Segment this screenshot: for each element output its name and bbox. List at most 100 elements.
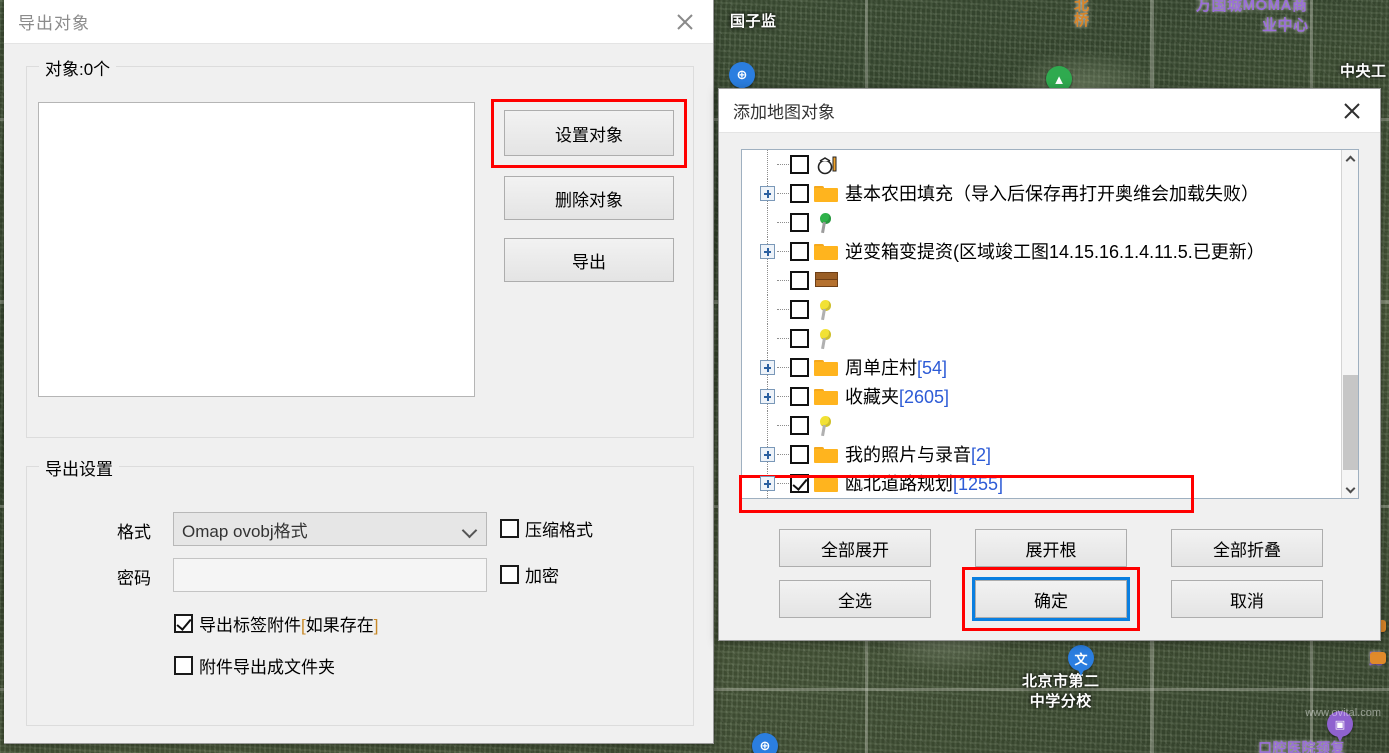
yellow-pin-icon xyxy=(813,298,839,322)
tree-row[interactable] xyxy=(742,208,1341,237)
collapse-all-button[interactable]: 全部折叠 xyxy=(1171,529,1323,567)
school-icon[interactable]: 文 xyxy=(1068,645,1094,677)
scrollbar-thumb[interactable] xyxy=(1343,375,1358,470)
tree-row-checkbox[interactable] xyxy=(790,155,809,174)
tree-row-checkbox[interactable] xyxy=(790,271,809,290)
export-settings-legend: 导出设置 xyxy=(39,455,119,480)
folder-icon xyxy=(813,472,839,496)
cancel-button[interactable]: 取消 xyxy=(1171,580,1323,618)
map-object-tree-rows: 基本农田填充（导入后保存再打开奥维会加载失败） xyxy=(742,150,1341,498)
folder-icon xyxy=(813,182,839,206)
tree-row-selected[interactable]: 瓯北道路规划[1255] xyxy=(742,469,1341,498)
encrypt-label: 加密 xyxy=(525,562,559,587)
tree-row-checkbox[interactable] xyxy=(790,213,809,232)
tree-row[interactable]: 基本农田填充（导入后保存再打开奥维会加载失败） xyxy=(742,179,1341,208)
expander-placeholder xyxy=(760,215,775,230)
poi-marker-glyph xyxy=(1370,652,1386,664)
object-list[interactable] xyxy=(38,102,475,397)
export-objects-dialog: 导出对象 对象:0个 设置对象 删除对象 导出 导出设置 格式 xyxy=(4,0,714,744)
tree-row-label: 周单庄村[54] xyxy=(845,359,947,377)
map-watermark: www.ovital.com xyxy=(1305,707,1381,719)
map-object-tree[interactable]: 基本农田填充（导入后保存再打开奥维会加载失败） xyxy=(741,149,1359,499)
collapse-all-label: 全部折叠 xyxy=(1213,536,1281,561)
tree-row[interactable] xyxy=(742,411,1341,440)
ok-button[interactable]: 确定 xyxy=(975,580,1127,618)
tree-row[interactable]: 我的照片与录音[2] xyxy=(742,440,1341,469)
expand-icon[interactable] xyxy=(760,447,775,462)
expander-placeholder xyxy=(760,331,775,346)
map-label: 中央工 xyxy=(1340,60,1387,81)
tree-row-label: 我的照片与录音[2] xyxy=(845,446,991,464)
export-dialog-titlebar[interactable]: 导出对象 xyxy=(4,0,713,44)
tree-row-checkbox[interactable] xyxy=(790,358,809,377)
subway-station-icon[interactable]: ⊕ xyxy=(752,733,778,753)
tree-row[interactable] xyxy=(742,295,1341,324)
encrypt-checkbox[interactable]: 加密 xyxy=(500,562,559,587)
tree-row-checkbox[interactable] xyxy=(790,329,809,348)
chevron-down-icon[interactable] xyxy=(1342,481,1359,498)
tree-row-checkbox[interactable] xyxy=(790,184,809,203)
export-label-attachment-checkbox[interactable]: 导出标签附件[如果存在] xyxy=(174,611,378,636)
expand-root-button[interactable]: 展开根 xyxy=(975,529,1127,567)
expand-all-button[interactable]: 全部展开 xyxy=(779,529,931,567)
chevron-down-icon xyxy=(462,521,478,537)
tree-row-checkbox[interactable] xyxy=(790,300,809,319)
expander-placeholder xyxy=(760,302,775,317)
folder-icon xyxy=(813,443,839,467)
checkbox-box xyxy=(174,656,193,675)
poi-marker-icon[interactable] xyxy=(1370,652,1388,672)
expand-root-label: 展开根 xyxy=(1026,536,1077,561)
map-label: 北桥 xyxy=(1074,0,1090,28)
expand-icon[interactable] xyxy=(760,476,775,491)
format-label: 格式 xyxy=(117,518,151,543)
password-label: 密码 xyxy=(117,564,151,589)
chevron-up-icon[interactable] xyxy=(1342,150,1359,167)
tree-row[interactable] xyxy=(742,266,1341,295)
close-icon[interactable] xyxy=(657,0,713,44)
expand-icon[interactable] xyxy=(760,186,775,201)
tree-row-checkbox[interactable] xyxy=(790,387,809,406)
objects-group-legend: 对象:0个 xyxy=(39,55,116,80)
tree-row[interactable] xyxy=(742,150,1341,179)
addmap-dialog-title: 添加地图对象 xyxy=(733,98,835,123)
expand-icon[interactable] xyxy=(760,389,775,404)
add-map-object-dialog: 添加地图对象 xyxy=(718,88,1381,641)
tree-row[interactable]: 逆变箱变提资(区域竣工图14.15.16.1.4.11.5.已更新） xyxy=(742,237,1341,266)
expand-icon[interactable] xyxy=(760,360,775,375)
expander-placeholder xyxy=(760,157,775,172)
tree-row-label: 瓯北道路规划[1255] xyxy=(845,475,1003,493)
folder-icon xyxy=(813,385,839,409)
password-input[interactable] xyxy=(173,558,487,592)
map-label: 北京市第二中学分校 xyxy=(1022,672,1100,711)
compress-format-checkbox[interactable]: 压缩格式 xyxy=(500,516,593,541)
attachment-to-folder-checkbox[interactable]: 附件导出成文件夹 xyxy=(174,653,335,678)
format-select[interactable]: Omap ovobj格式 xyxy=(173,512,487,546)
checkbox-box xyxy=(174,614,193,633)
export-button[interactable]: 导出 xyxy=(504,238,674,282)
tree-row-label: 逆变箱变提资(区域竣工图14.15.16.1.4.11.5.已更新） xyxy=(845,243,1265,261)
tree-row[interactable]: 周单庄村[54] xyxy=(742,353,1341,382)
close-icon[interactable] xyxy=(1324,89,1380,133)
tree-row[interactable] xyxy=(742,324,1341,353)
signboard-icon xyxy=(813,269,839,293)
tree-row-checkbox[interactable] xyxy=(790,445,809,464)
expand-all-label: 全部展开 xyxy=(821,536,889,561)
tree-row-checkbox[interactable] xyxy=(790,242,809,261)
shape-icon xyxy=(813,153,839,177)
folder-icon xyxy=(813,240,839,264)
delete-object-button-label: 删除对象 xyxy=(555,186,623,211)
screen: 国子监 北桥 万国城MOMA商 业中心 中央工 北京市第二中学分校 昆 口腔医院… xyxy=(0,0,1389,753)
addmap-dialog-titlebar[interactable]: 添加地图对象 xyxy=(719,89,1380,133)
tree-row-checkbox[interactable] xyxy=(790,416,809,435)
cancel-button-label: 取消 xyxy=(1230,587,1264,612)
select-all-button[interactable]: 全选 xyxy=(779,580,931,618)
tree-row-checkbox[interactable] xyxy=(790,474,809,493)
tree-row[interactable]: 收藏夹[2605] xyxy=(742,382,1341,411)
compress-format-label: 压缩格式 xyxy=(525,516,593,541)
subway-station-glyph: ⊕ xyxy=(752,733,778,753)
delete-object-button[interactable]: 删除对象 xyxy=(504,176,674,220)
set-object-button[interactable]: 设置对象 xyxy=(504,110,674,156)
tree-scrollbar[interactable] xyxy=(1341,150,1358,498)
attachment-to-folder-label: 附件导出成文件夹 xyxy=(199,653,335,678)
expand-icon[interactable] xyxy=(760,244,775,259)
